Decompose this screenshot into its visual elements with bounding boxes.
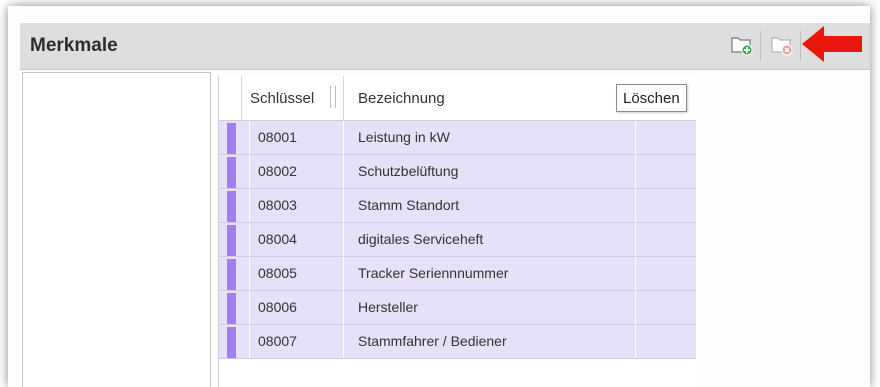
panel-title: Merkmale xyxy=(30,35,118,56)
row-indicator xyxy=(227,157,236,188)
row-name: Stammfahrer / Bediener xyxy=(343,325,628,358)
row-delete-cell[interactable] xyxy=(635,257,636,290)
feature-grid: Schlüssel Bezeichnung Löschen 08001 Leis… xyxy=(218,76,696,387)
row-name: Tracker Seriennnummer xyxy=(343,257,628,290)
delete-feature-button[interactable] xyxy=(768,31,796,59)
row-delete-cell[interactable] xyxy=(635,291,636,324)
grid-header: Schlüssel Bezeichnung Löschen xyxy=(219,76,696,121)
dialog-frame: Merkmale Schlüssel Bezeichnung Löschen 0… xyxy=(8,6,870,387)
row-indicator xyxy=(227,259,236,290)
row-key: 08006 xyxy=(249,291,352,324)
column-header-name[interactable]: Bezeichnung xyxy=(343,76,628,120)
row-delete-cell[interactable] xyxy=(635,155,636,188)
table-row[interactable]: 08006 Hersteller xyxy=(219,291,696,325)
row-name: Hersteller xyxy=(343,291,628,324)
row-key: 08001 xyxy=(249,121,352,154)
row-key: 08004 xyxy=(249,223,352,256)
table-row[interactable]: 08002 Schutzbelüftung xyxy=(219,155,696,189)
table-row[interactable]: 08005 Tracker Seriennnummer xyxy=(219,257,696,291)
table-row[interactable]: 08001 Leistung in kW xyxy=(219,121,696,155)
add-feature-button[interactable] xyxy=(728,31,756,59)
folder-add-icon xyxy=(731,37,753,56)
row-name: Schutzbelüftung xyxy=(343,155,628,188)
row-name: Stamm Standort xyxy=(343,189,628,222)
toolbar-separator xyxy=(760,31,761,61)
table-row[interactable]: 08004 digitales Serviceheft xyxy=(219,223,696,257)
red-arrow-icon xyxy=(802,26,862,62)
column-resize-handle[interactable] xyxy=(330,86,336,108)
row-delete-cell[interactable] xyxy=(635,121,636,154)
row-indicator xyxy=(227,123,236,154)
row-key: 08007 xyxy=(249,325,352,358)
row-key: 08003 xyxy=(249,189,352,222)
row-name: Leistung in kW xyxy=(343,121,628,154)
folder-delete-icon xyxy=(771,37,793,56)
table-row[interactable]: 08003 Stamm Standort xyxy=(219,189,696,223)
row-indicator xyxy=(227,327,236,358)
table-row[interactable]: 08007 Stammfahrer / Bediener xyxy=(219,325,696,359)
row-indicator xyxy=(227,225,236,256)
column-header-key[interactable]: Schlüssel xyxy=(241,76,344,120)
panel-header: Merkmale xyxy=(20,23,870,70)
row-key: 08005 xyxy=(249,257,352,290)
row-indicator xyxy=(227,293,236,324)
row-key: 08002 xyxy=(249,155,352,188)
row-indicator xyxy=(227,191,236,222)
row-delete-cell[interactable] xyxy=(635,325,636,358)
row-delete-cell[interactable] xyxy=(635,189,636,222)
row-delete-cell[interactable] xyxy=(635,223,636,256)
column-header-delete[interactable]: Löschen xyxy=(616,84,687,112)
row-name: digitales Serviceheft xyxy=(343,223,628,256)
left-tree-pane xyxy=(22,72,211,387)
